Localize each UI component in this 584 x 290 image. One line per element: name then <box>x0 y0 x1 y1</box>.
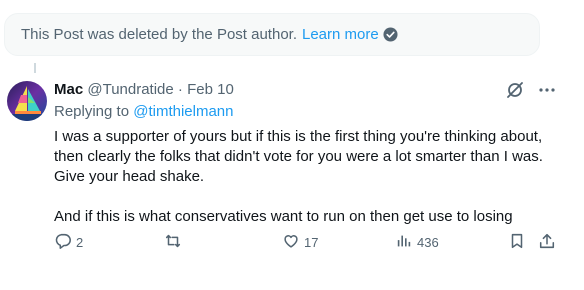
deleted-notice-text: This Post was deleted by the Post author… <box>21 26 297 43</box>
post-line: then clearly the folks that didn't vote … <box>54 148 543 165</box>
thread-connector-line <box>34 63 36 73</box>
deleted-post-notice: This Post was deleted by the Post author… <box>4 13 540 56</box>
post-body: I was a supporter of yours but if this i… <box>54 127 554 227</box>
reply-icon <box>54 232 72 253</box>
avatar[interactable] <box>7 81 47 121</box>
reply-count: 2 <box>76 234 84 250</box>
post-line: And if this is what conservatives want t… <box>54 208 513 225</box>
heart-icon <box>282 232 300 253</box>
like-button[interactable]: 17 <box>282 232 318 252</box>
like-count: 17 <box>304 234 319 250</box>
replying-to: Replying to @timthielmann <box>54 103 233 120</box>
share-button[interactable] <box>538 232 556 252</box>
header-separator: · <box>177 81 183 98</box>
views-count: 436 <box>417 234 439 250</box>
check-circle-icon <box>383 27 398 42</box>
more-options-icon[interactable] <box>537 80 557 100</box>
post-header-actions <box>505 80 557 100</box>
replying-handle[interactable]: @timthielmann <box>133 103 233 120</box>
learn-more-link[interactable]: Learn more <box>302 26 379 43</box>
post-date[interactable]: Feb 10 <box>187 81 234 98</box>
views-icon <box>395 232 413 253</box>
post-header: Mac @Tundratide · Feb 10 <box>54 81 234 98</box>
repost-icon <box>164 232 182 253</box>
replying-label: Replying to <box>54 103 130 120</box>
post-line: Give your head shake. <box>54 168 205 185</box>
share-icon <box>538 232 556 253</box>
reply-button[interactable]: 2 <box>54 232 83 252</box>
author-name[interactable]: Mac <box>54 81 83 98</box>
repost-button[interactable] <box>164 232 182 252</box>
views-button[interactable]: 436 <box>395 232 439 252</box>
post-line: I was a supporter of yours but if this i… <box>54 128 543 145</box>
bookmark-icon <box>508 232 526 253</box>
author-handle[interactable]: @Tundratide <box>87 81 173 98</box>
bookmark-button[interactable] <box>508 232 526 252</box>
grok-icon[interactable] <box>505 80 525 100</box>
action-bar: 2 17 436 <box>0 232 584 254</box>
